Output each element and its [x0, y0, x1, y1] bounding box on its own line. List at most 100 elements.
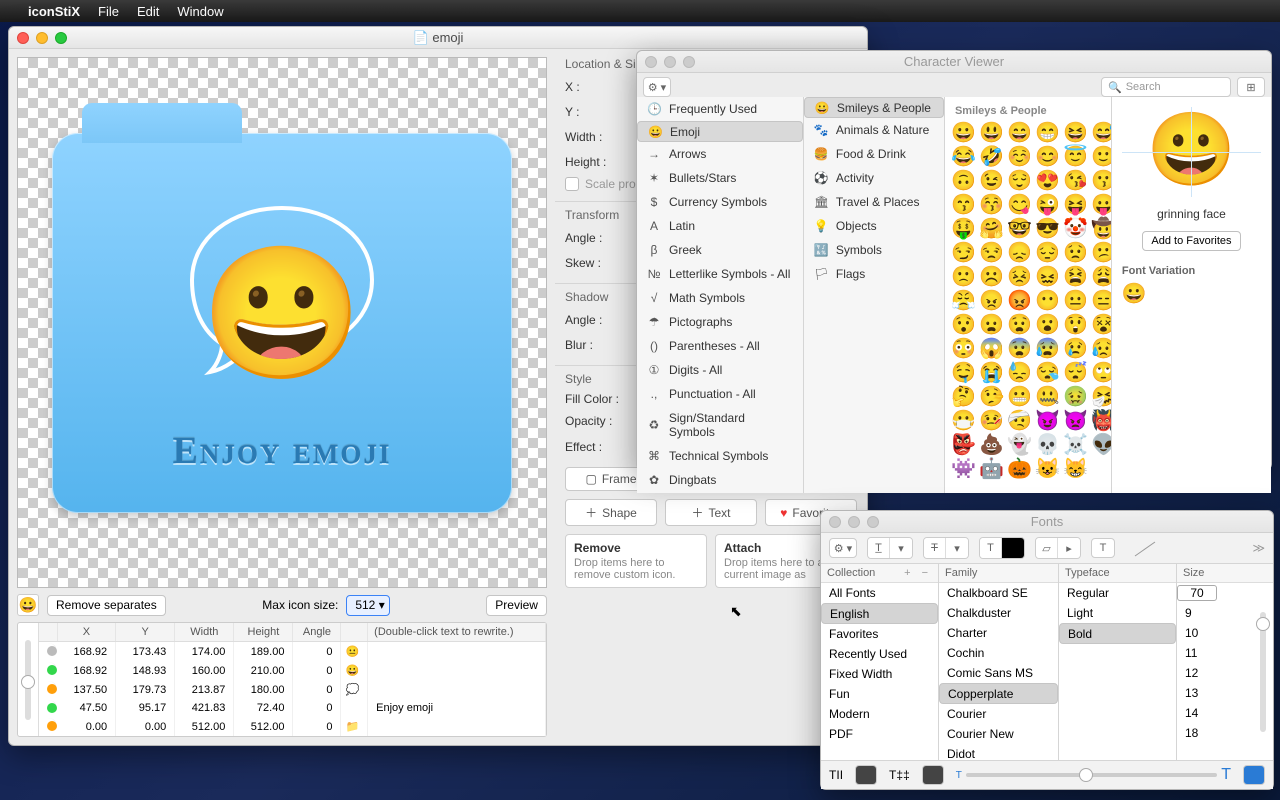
color-c-swatch[interactable]	[1243, 765, 1265, 785]
list-item[interactable]: Courier New	[939, 724, 1058, 744]
list-item[interactable]: Chalkboard SE	[939, 583, 1058, 603]
emoji-cell[interactable]: 😑	[1091, 291, 1112, 311]
app-menu[interactable]: iconStiX	[28, 4, 80, 19]
emoji-cell[interactable]: ☺️	[1007, 147, 1031, 167]
list-item[interactable]: .,Punctuation - All	[637, 382, 803, 406]
emoji-cell[interactable]: 😛	[1091, 195, 1112, 215]
emoji-cell[interactable]: 😅	[1091, 123, 1112, 143]
list-item[interactable]: 🏳Flags	[804, 262, 944, 286]
list-item[interactable]: Charter	[939, 623, 1058, 643]
list-item[interactable]: 13	[1177, 683, 1253, 703]
emoji-cell[interactable]: 😮	[1035, 315, 1059, 335]
emoji-cell[interactable]: 😬	[1007, 387, 1031, 407]
selected-layer-icon[interactable]: 😀	[17, 594, 39, 616]
emoji-cell[interactable]: 😔	[1035, 243, 1059, 263]
list-item[interactable]: Favorites	[821, 624, 938, 644]
emoji-cell[interactable]: 😀	[951, 123, 975, 143]
emoji-cell[interactable]: 😨	[1007, 339, 1031, 359]
list-item[interactable]: ♻Sign/Standard Symbols	[637, 406, 803, 444]
emoji-cell[interactable]: 😵	[1091, 315, 1112, 335]
zoom-icon[interactable]	[683, 56, 695, 68]
close-icon[interactable]	[829, 516, 841, 528]
settings-gear-icon[interactable]: ⚙ ▾	[643, 77, 671, 97]
emoji-cell[interactable]: 😌	[1007, 171, 1031, 191]
emoji-cell[interactable]: 🙂	[1091, 147, 1112, 167]
emoji-cell[interactable]: 🤔	[951, 387, 975, 407]
collapse-icon[interactable]: ⊞	[1237, 77, 1265, 97]
emoji-cell[interactable]: 🙄	[1091, 363, 1112, 383]
emoji-cell[interactable]: 👽	[1091, 435, 1112, 455]
close-icon[interactable]	[645, 56, 657, 68]
emoji-cell[interactable]: 😂	[951, 147, 975, 167]
emoji-cell[interactable]: 😣	[1007, 267, 1031, 287]
emoji-cell[interactable]: 🤢	[1063, 387, 1087, 407]
list-item[interactable]: Modern	[821, 704, 938, 724]
list-item[interactable]: 🕒Frequently Used	[637, 97, 803, 121]
zoom-icon[interactable]	[867, 516, 879, 528]
minimize-icon[interactable]	[848, 516, 860, 528]
color-b-swatch[interactable]	[922, 765, 944, 785]
emoji-cell[interactable]: 👹	[1091, 411, 1112, 431]
charviewer-titlebar[interactable]: Character Viewer	[637, 51, 1271, 73]
emoji-cell[interactable]: 😊	[1035, 147, 1059, 167]
list-item[interactable]: Chalkduster	[939, 603, 1058, 623]
emoji-cell[interactable]: 🤕	[1007, 411, 1031, 431]
list-item[interactable]: ()Parentheses - All	[637, 334, 803, 358]
list-item[interactable]: ⌘Technical Symbols	[637, 444, 803, 468]
list-item[interactable]: 💡Objects	[804, 214, 944, 238]
window-menu[interactable]: Window	[177, 4, 223, 19]
emoji-cell[interactable]: 👻	[1007, 435, 1031, 455]
emoji-cell[interactable]: 😸	[1063, 459, 1087, 479]
emoji-cell[interactable]: 😩	[1091, 267, 1112, 287]
emoji-cell[interactable]: 😭	[979, 363, 1003, 383]
more-icon[interactable]: ≫	[1252, 541, 1265, 555]
list-item[interactable]: Light	[1059, 603, 1176, 623]
emoji-cell[interactable]: 😈	[1035, 411, 1059, 431]
size-slider[interactable]	[1260, 612, 1266, 732]
emoji-cell[interactable]: 😒	[979, 243, 1003, 263]
emoji-cell[interactable]: 😉	[979, 171, 1003, 191]
list-item[interactable]: All Fonts	[821, 583, 938, 603]
list-item[interactable]: →Arrows	[637, 142, 803, 166]
emoji-cell[interactable]: 🤗	[979, 219, 1003, 239]
scale-proportional-checkbox[interactable]	[565, 177, 579, 191]
list-item[interactable]: №Letterlike Symbols - All	[637, 262, 803, 286]
list-item[interactable]: ①Digits - All	[637, 358, 803, 382]
fonts-titlebar[interactable]: Fonts	[821, 511, 1273, 533]
remove-dropzone[interactable]: RemoveDrop items here to remove custom i…	[565, 534, 707, 588]
emoji-cell[interactable]: 😥	[1091, 339, 1112, 359]
emoji-cell[interactable]: 🤥	[979, 387, 1003, 407]
list-item[interactable]: 11	[1177, 643, 1253, 663]
emoji-cell[interactable]: 👿	[1063, 411, 1087, 431]
emoji-cell[interactable]: 🤡	[1063, 219, 1087, 239]
emoji-cell[interactable]: 💩	[979, 435, 1003, 455]
shadow-angle-icon[interactable]	[1125, 538, 1165, 558]
underline-icon[interactable]: T̲	[868, 538, 890, 558]
emoji-cell[interactable]: 😄	[1007, 123, 1031, 143]
size-field[interactable]	[1177, 585, 1217, 601]
table-row[interactable]: 168.92173.43174.00189.000😐	[39, 642, 545, 662]
fonts-toolbar[interactable]: ⚙ ▾ T̲▾ T▾ T ▱▸ T ≫	[821, 533, 1273, 564]
list-item[interactable]: ALatin	[637, 214, 803, 238]
traffic-lights[interactable]	[17, 32, 67, 44]
emoji-cell[interactable]: 😠	[979, 291, 1003, 311]
layers-table[interactable]: X Y Width Height Angle (Double-click tex…	[17, 622, 547, 737]
folder-artwork[interactable]: 😀 Enjoy emoji	[52, 133, 512, 513]
list-item[interactable]: English	[821, 603, 938, 624]
list-item[interactable]: 🏛Travel & Places	[804, 190, 944, 214]
close-window-icon[interactable]	[17, 32, 29, 44]
emoji-cell[interactable]: 😝	[1063, 195, 1087, 215]
table-row[interactable]: 137.50179.73213.87180.000💭	[39, 680, 545, 699]
layer-order-slider[interactable]	[25, 640, 31, 720]
emoji-cell[interactable]: 🤠	[1091, 219, 1112, 239]
emoji-cell[interactable]: 😡	[1007, 291, 1031, 311]
list-item[interactable]: 18	[1177, 723, 1253, 743]
table-row[interactable]: 168.92148.93160.00210.000😀	[39, 661, 545, 680]
emoji-cell[interactable]: 😓	[1007, 363, 1031, 383]
list-item[interactable]: 🍔Food & Drink	[804, 142, 944, 166]
edit-menu[interactable]: Edit	[137, 4, 159, 19]
emoji-cell[interactable]: 😘	[1063, 171, 1087, 191]
list-item[interactable]: Courier	[939, 704, 1058, 724]
color-a-swatch[interactable]	[855, 765, 877, 785]
emoji-cell[interactable]: 😧	[1007, 315, 1031, 335]
